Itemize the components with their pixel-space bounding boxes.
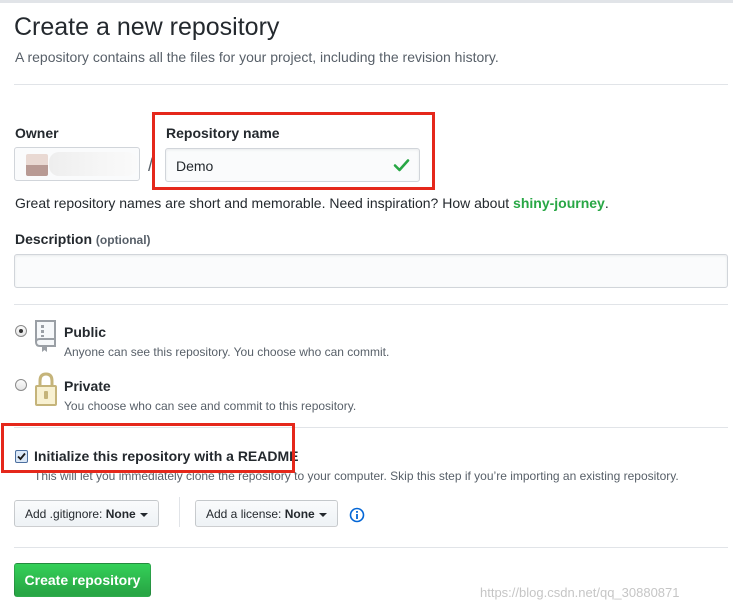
public-option-desc: Anyone can see this repository. You choo… — [64, 345, 390, 359]
divider — [14, 304, 728, 305]
repo-name-hint: Great repository names are short and mem… — [15, 195, 609, 211]
private-option-title[interactable]: Private — [64, 378, 111, 394]
page-title: Create a new repository — [14, 13, 280, 41]
public-option-title[interactable]: Public — [64, 324, 106, 340]
gitignore-value: None — [105, 507, 136, 521]
private-radio[interactable] — [15, 379, 27, 391]
annotation-box-repo-name — [152, 112, 435, 190]
owner-select[interactable] — [14, 147, 140, 181]
owner-label: Owner — [15, 125, 59, 141]
gitignore-select[interactable]: Add .gitignore: None — [14, 500, 159, 527]
gitignore-prefix: Add .gitignore: — [25, 507, 106, 521]
lock-icon — [35, 372, 57, 406]
license-prefix: Add a license: — [206, 507, 285, 521]
public-radio[interactable] — [15, 325, 27, 337]
description-label: Description (optional) — [15, 231, 151, 247]
description-optional: (optional) — [95, 233, 151, 247]
chevron-down-icon — [139, 512, 148, 517]
repo-book-icon — [35, 320, 56, 352]
chevron-down-icon — [318, 512, 327, 517]
hint-end: . — [604, 195, 609, 211]
page-subtitle: A repository contains all the files for … — [15, 49, 499, 65]
watermark: https://blog.csdn.net/qq_30880871 — [480, 585, 680, 600]
license-select[interactable]: Add a license: None — [195, 500, 338, 527]
hint-text: Great repository names are short and mem… — [15, 195, 514, 211]
name-suggestion-link[interactable]: shiny-journey — [513, 195, 605, 211]
description-input[interactable] — [14, 254, 728, 288]
license-value: None — [284, 507, 315, 521]
avatar — [26, 154, 48, 176]
private-option-desc: You choose who can see and commit to thi… — [64, 399, 357, 413]
description-label-text: Description — [15, 231, 93, 247]
divider — [179, 497, 180, 527]
info-icon[interactable] — [349, 507, 365, 523]
create-repository-button[interactable]: Create repository — [14, 563, 151, 597]
divider — [14, 84, 728, 85]
divider — [14, 547, 728, 548]
top-border — [0, 0, 733, 3]
owner-name-redacted — [49, 152, 137, 176]
annotation-box-readme — [1, 423, 295, 473]
